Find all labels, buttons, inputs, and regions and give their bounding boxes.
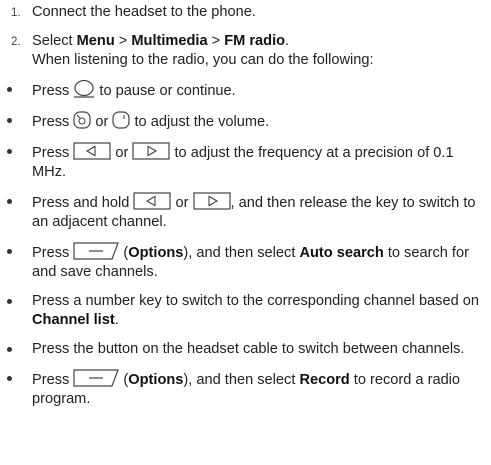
- bullet-text: Press a number key to switch to the corr…: [32, 293, 479, 309]
- bullet-text: .: [114, 312, 119, 328]
- bullet-text: to pause or continue.: [95, 83, 236, 99]
- bullet-text: Press and hold: [32, 195, 134, 211]
- auto-search-label: Auto search: [299, 245, 384, 261]
- bullet-text: to adjust the volume.: [130, 114, 270, 130]
- separator: >: [207, 33, 225, 49]
- step-number: 1.: [11, 7, 21, 19]
- bullet-adjacent-channel: Press and hold or , and then release the…: [0, 192, 491, 232]
- record-label: Record: [299, 372, 350, 388]
- fm-radio-instructions: 1. Connect the headset to the phone. 2. …: [0, 0, 491, 465]
- bullet-dot: [7, 347, 12, 352]
- menu-label: Menu: [76, 33, 115, 49]
- bullet-dot: [7, 149, 12, 154]
- step-subtext: When listening to the radio, you can do …: [32, 52, 374, 68]
- bullet-dot: [7, 299, 12, 304]
- left-soft-key-icon: [73, 242, 120, 260]
- bullet-text: (: [119, 372, 129, 388]
- step-1: 1. Connect the headset to the phone.: [0, 3, 491, 22]
- left-soft-key-icon: [73, 369, 120, 387]
- bullet-pause: Press to pause or continue.: [0, 80, 491, 101]
- bullet-text: Press: [32, 114, 74, 130]
- channel-list-label: Channel list: [32, 312, 115, 328]
- bullet-text: ), and then select: [183, 245, 300, 261]
- period: .: [285, 33, 290, 49]
- bullet-text: Press: [32, 145, 74, 161]
- step-text: Select: [32, 33, 77, 49]
- left-key-icon: [133, 192, 172, 210]
- bullet-frequency: Press or to adjust the frequency at a pr…: [0, 142, 491, 182]
- step-2: 2. Select Menu > Multimedia > FM radio. …: [0, 32, 491, 70]
- options-label: Options: [128, 245, 184, 261]
- volume-up-key-icon: [73, 111, 91, 129]
- bullet-text: (: [119, 245, 129, 261]
- bullet-dot: [7, 199, 12, 204]
- bullet-text: Press: [32, 372, 74, 388]
- step-text: Connect the headset to the phone.: [32, 4, 256, 20]
- multimedia-label: Multimedia: [131, 33, 208, 49]
- bullet-text: Press the button on the headset cable to…: [32, 341, 465, 357]
- center-key-icon: [73, 80, 95, 98]
- left-key-icon: [73, 142, 111, 160]
- separator: >: [114, 33, 132, 49]
- bullet-text: Press: [32, 245, 74, 261]
- bullet-dot: [7, 118, 12, 123]
- bullet-auto-search: Press (Options), and then select Auto se…: [0, 242, 491, 282]
- fm-radio-label: FM radio: [224, 33, 286, 49]
- bullet-dot: [7, 376, 12, 381]
- bullet-record: Press (Options), and then select Record …: [0, 369, 491, 409]
- bullet-number-key: Press a number key to switch to the corr…: [0, 292, 491, 330]
- right-key-icon: [132, 142, 171, 160]
- step-number: 2.: [11, 36, 21, 48]
- options-label: Options: [128, 372, 184, 388]
- bullet-text: Press: [32, 83, 74, 99]
- bullet-dot: [7, 249, 12, 254]
- volume-down-key-icon: [112, 111, 131, 129]
- bullet-text: or: [111, 145, 133, 161]
- bullet-text: ), and then select: [183, 372, 300, 388]
- bullet-volume: Press or to adjust the volume.: [0, 111, 491, 132]
- bullet-text: or: [171, 195, 193, 211]
- bullet-text: or: [91, 114, 113, 130]
- bullet-dot: [7, 87, 12, 92]
- bullet-headset-button: Press the button on the headset cable to…: [0, 340, 491, 359]
- right-key-icon: [192, 192, 231, 210]
